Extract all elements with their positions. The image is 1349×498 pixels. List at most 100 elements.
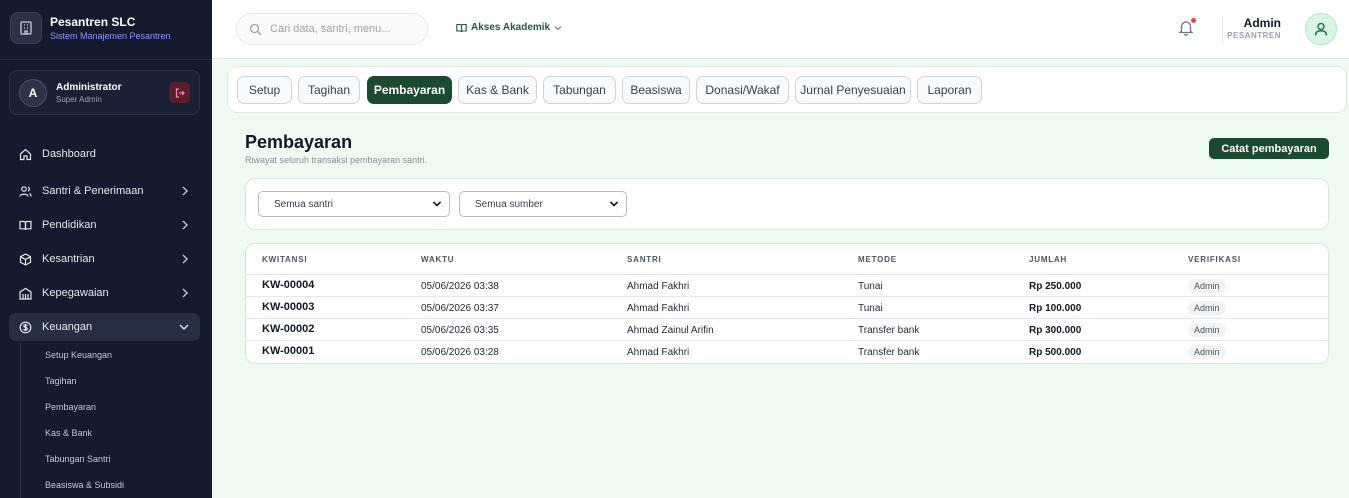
column-header-santri[interactable]: SANTRI (627, 255, 662, 264)
chevron-right-icon (182, 254, 188, 264)
submenu-guide-line (20, 343, 21, 498)
tab-laporan[interactable]: Laporan (917, 76, 982, 104)
santri-cell: Ahmad Fakhri (627, 347, 690, 358)
tab-beasiswa[interactable]: Beasiswa (622, 76, 690, 104)
chevron-right-icon (182, 288, 188, 298)
search-placeholder: Cari data, santri, menu... (270, 23, 391, 35)
column-header-verifikasi[interactable]: VERIFIKASI (1188, 255, 1241, 264)
table-row[interactable]: KW-00004 05/06/2026 03:38 Ahmad Fakhri T… (246, 275, 1328, 297)
submenu-item-setup-keuangan[interactable]: Setup Keuangan (45, 350, 112, 360)
sidebar-item-label: Kesantrian (42, 253, 95, 265)
module-tabs: Setup Tagihan Pembayaran Kas & Bank Tabu… (227, 66, 1347, 113)
sidebar-item-dashboard[interactable]: Dashboard (9, 140, 200, 168)
jumlah-cell: Rp 300.000 (1029, 325, 1082, 336)
table-row[interactable]: KW-00003 05/06/2026 03:37 Ahmad Fakhri T… (246, 297, 1328, 319)
tab-donasi-wakaf[interactable]: Donasi/Wakaf (696, 76, 789, 104)
user-name: Administrator (56, 81, 122, 93)
akses-dropdown[interactable]: Akses Akademik (456, 22, 562, 33)
sidebar-item-label: Keuangan (42, 321, 93, 333)
submenu-item-tabungan-santri[interactable]: Tabungan Santri (45, 454, 111, 464)
waktu-cell: 05/06/2026 03:38 (421, 281, 499, 292)
akses-label: Akses Akademik (471, 22, 551, 33)
metode-cell: Tunai (858, 303, 883, 314)
users-icon (19, 185, 32, 198)
kwitansi-cell: KW-00001 (262, 345, 315, 357)
chevron-down-icon (179, 324, 189, 330)
user-role: Super Admin (56, 94, 102, 104)
sidebar-item-label: Santri & Penerimaan (42, 185, 144, 197)
waktu-cell: 05/06/2026 03:37 (421, 303, 499, 314)
sidebar-item-kesantrian[interactable]: Kesantrian (9, 245, 200, 273)
tab-pembayaran[interactable]: Pembayaran (367, 76, 452, 104)
sidebar-item-pendidikan[interactable]: Pendidikan (9, 211, 200, 239)
search-input[interactable]: Cari data, santri, menu... (236, 13, 428, 45)
topbar: Cari data, santri, menu... Akses Akademi… (212, 0, 1349, 59)
column-header-kwitansi[interactable]: KWITANSI (262, 255, 307, 264)
avatar: A (19, 78, 47, 107)
tab-kas-bank[interactable]: Kas & Bank (458, 76, 537, 104)
user-icon (1314, 22, 1328, 36)
table-row[interactable]: KW-00002 05/06/2026 03:35 Ahmad Zainul A… (246, 319, 1328, 341)
header-divider (1222, 16, 1223, 42)
verifikasi-badge: Admin (1188, 345, 1226, 359)
app-subtitle: Sistem Manajemen Pesantren (50, 31, 171, 41)
metode-cell: Transfer bank (858, 347, 920, 358)
page-title: Pembayaran (245, 132, 353, 152)
verifikasi-badge: Admin (1188, 301, 1226, 315)
metode-cell: Tunai (858, 281, 883, 292)
waktu-cell: 05/06/2026 03:35 (421, 325, 499, 336)
building-logo-icon (10, 12, 42, 44)
sidebar: Pesantren SLC Sistem Manajemen Pesantren… (0, 0, 212, 498)
logout-icon (175, 87, 185, 98)
chevron-down-icon (609, 201, 619, 207)
submenu-item-tagihan[interactable]: Tagihan (45, 376, 77, 386)
verifikasi-badge: Admin (1188, 323, 1226, 337)
table-row[interactable]: KW-00001 05/06/2026 03:28 Ahmad Fakhri T… (246, 341, 1328, 363)
column-header-waktu[interactable]: WAKTU (421, 255, 454, 264)
column-header-metode[interactable]: METODE (858, 255, 897, 264)
santri-cell: Ahmad Zainul Arifin (627, 325, 714, 336)
logout-button[interactable] (169, 82, 190, 103)
chevron-down-icon (432, 201, 442, 207)
tab-tabungan[interactable]: Tabungan (543, 76, 616, 104)
chevron-right-icon (182, 186, 188, 196)
book-icon (19, 219, 32, 232)
sidebar-item-label: Pendidikan (42, 219, 97, 231)
santri-filter-select[interactable]: Semua santri (258, 191, 450, 217)
santri-filter-value: Semua santri (274, 198, 333, 210)
catat-pembayaran-button[interactable]: Catat pembayaran (1209, 138, 1329, 159)
tab-tagihan[interactable]: Tagihan (298, 76, 360, 104)
dollar-icon (19, 321, 32, 334)
sumber-filter-value: Semua sumber (475, 198, 543, 210)
sidebar-item-kepegawaian[interactable]: Kepegawaian (9, 279, 200, 307)
home-icon (19, 148, 32, 161)
page-subtitle: Riwayat seluruh transaksi pembayaran san… (245, 155, 428, 165)
profile-avatar[interactable] (1305, 13, 1337, 45)
sidebar-item-keuangan[interactable]: Keuangan (9, 313, 200, 341)
filter-bar: Semua santri Semua sumber (245, 178, 1329, 230)
notification-dot (1191, 18, 1196, 23)
sidebar-item-santri[interactable]: Santri & Penerimaan (9, 177, 200, 205)
sumber-filter-select[interactable]: Semua sumber (459, 191, 627, 217)
book-open-icon (456, 23, 467, 32)
user-card: A Administrator Super Admin (9, 70, 200, 115)
tab-setup[interactable]: Setup (237, 76, 292, 104)
submenu-item-kas-bank[interactable]: Kas & Bank (45, 428, 92, 438)
admin-role: PESANTREN (1227, 31, 1281, 40)
santri-cell: Ahmad Fakhri (627, 281, 690, 292)
tab-jurnal-penyesuaian[interactable]: Jurnal Penyesuaian (795, 76, 911, 104)
submenu-item-beasiswa-subsidi[interactable]: Beasiswa & Subsidi (45, 480, 124, 490)
sidebar-item-label: Kepegawaian (42, 287, 109, 299)
jumlah-cell: Rp 100.000 (1029, 303, 1082, 314)
santri-cell: Ahmad Fakhri (627, 303, 690, 314)
payments-table: KWITANSI WAKTU SANTRI METODE JUMLAH VERI… (245, 243, 1329, 364)
column-header-jumlah[interactable]: JUMLAH (1029, 255, 1067, 264)
metode-cell: Transfer bank (858, 325, 920, 336)
submenu-item-pembayaran[interactable]: Pembayaran (45, 402, 96, 412)
search-icon (249, 23, 262, 35)
admin-name: Admin (1243, 16, 1281, 30)
building-icon (19, 287, 32, 300)
cube-icon (19, 252, 32, 266)
brand[interactable]: Pesantren SLC Sistem Manajemen Pesantren (10, 12, 171, 44)
chevron-down-icon (554, 25, 562, 30)
